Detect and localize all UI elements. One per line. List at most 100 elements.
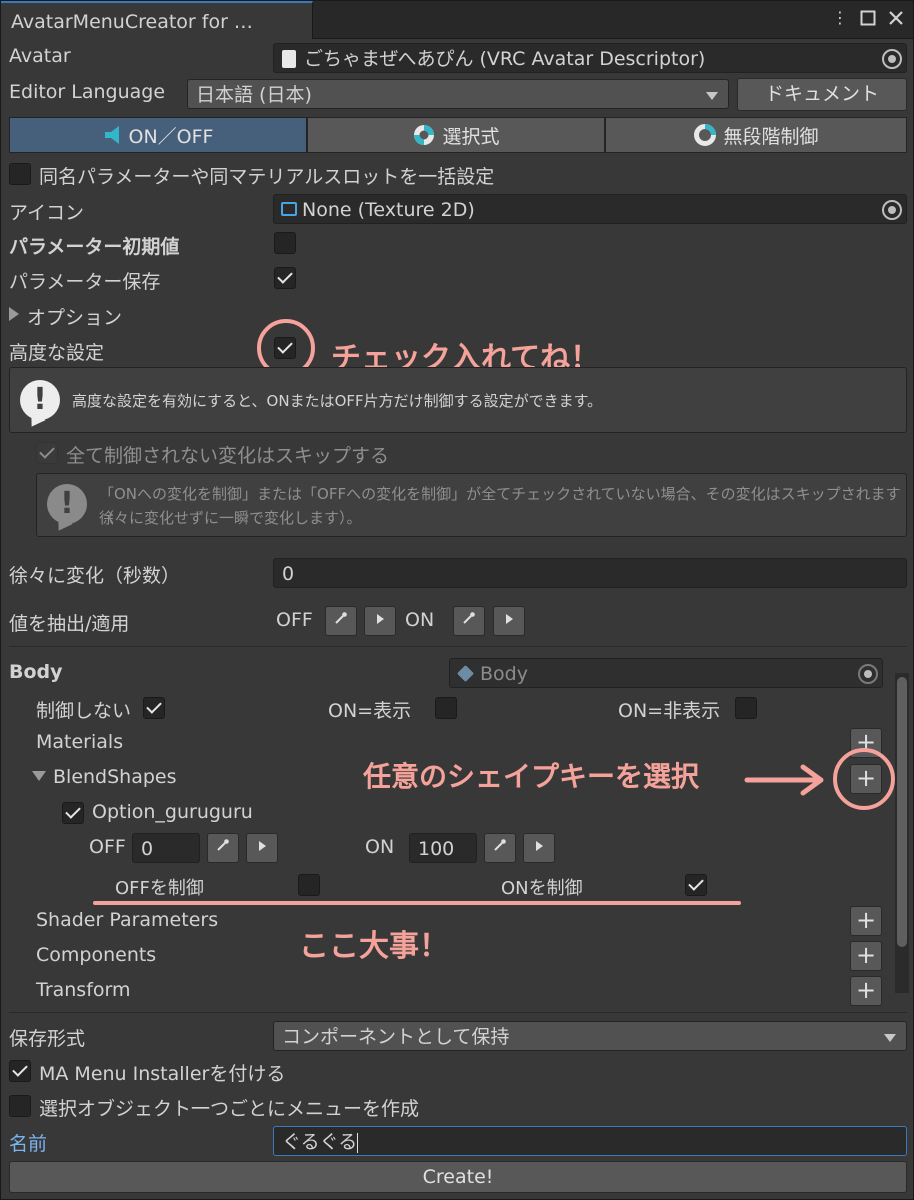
shape-on-label: ON	[365, 836, 395, 858]
eyedropper-shape-off-button[interactable]	[207, 833, 239, 863]
ring-icon	[694, 124, 717, 146]
param-save-checkbox[interactable]	[274, 267, 296, 289]
divider	[9, 1012, 907, 1013]
tab-on-off[interactable]: ON／OFF	[9, 117, 307, 153]
foldout-open-icon[interactable]	[32, 771, 46, 781]
param-default-checkbox[interactable]	[274, 232, 296, 254]
on-hide-checkbox[interactable]	[735, 697, 757, 719]
object-picker-icon[interactable]	[858, 664, 878, 684]
shape-on-input[interactable]: 100	[409, 833, 477, 863]
document-button[interactable]: ドキュメント	[737, 78, 907, 111]
save-format-value: コンポーネントとして保持	[282, 1026, 510, 1048]
eyedropper-icon	[463, 612, 475, 624]
transform-label: Transform	[36, 979, 131, 1001]
name-value: ぐるぐる	[282, 1131, 358, 1153]
tab-selection[interactable]: 選択式	[307, 117, 605, 153]
info-icon: !	[47, 484, 87, 524]
scrollbar[interactable]	[895, 673, 909, 993]
on-control-label: ONを制御	[501, 878, 583, 899]
off-control-checkbox[interactable]	[298, 874, 320, 896]
scrollbar-thumb[interactable]	[897, 677, 907, 947]
shader-params-label: Shader Parameters	[36, 909, 219, 931]
extract-off-label: OFF	[276, 609, 313, 631]
shape-name: Option_guruguru	[92, 801, 253, 823]
icon-field[interactable]: None (Texture 2D)	[273, 194, 907, 224]
param-default-label: パラメーター初期値	[9, 236, 180, 258]
no-control-checkbox[interactable]	[143, 697, 165, 719]
avatar-value: ごちゃまぜへあぴん (VRC Avatar Descriptor)	[304, 48, 706, 70]
apply-off-button[interactable]	[364, 606, 396, 636]
body-title: Body	[9, 661, 63, 683]
options-foldout[interactable]: オプション	[27, 303, 122, 330]
batch-checkbox[interactable]	[9, 163, 31, 185]
object-picker-icon[interactable]	[882, 200, 902, 220]
body-object-value: Body	[480, 663, 528, 685]
eyedropper-off-button[interactable]	[325, 606, 357, 636]
save-format-dropdown[interactable]: コンポーネントとして保持	[273, 1021, 907, 1051]
apply-shape-on-button[interactable]	[523, 833, 555, 863]
help-box-advanced: ! 高度な設定を有効にすると、ONまたはOFF片方だけ制御する設定ができます。	[9, 367, 907, 433]
gradual-input[interactable]: 0	[273, 558, 907, 588]
kebab-menu-icon[interactable]: ⋮	[831, 9, 849, 27]
ma-installer-label: MA Menu Installerを付ける	[39, 1063, 286, 1085]
annotation-select-note: 任意のシェイプキーを選択	[363, 760, 700, 793]
close-icon[interactable]	[887, 9, 905, 27]
eyedropper-shape-on-button[interactable]	[484, 833, 516, 863]
tab-stepless[interactable]: 無段階制御	[605, 117, 907, 153]
create-button[interactable]: Create!	[9, 1161, 907, 1193]
apply-on-button[interactable]	[493, 606, 525, 636]
tab-bar: AvatarMenuCreator for … ⋮	[1, 1, 913, 39]
name-label: 名前	[9, 1133, 48, 1155]
language-value: 日本語 (日本)	[196, 84, 312, 106]
shape-off-label: OFF	[89, 836, 126, 858]
shape-checkbox[interactable]	[62, 802, 84, 824]
dropdown-arrow-icon	[706, 92, 718, 100]
apply-shape-off-button[interactable]	[246, 833, 278, 863]
maximize-icon[interactable]	[859, 9, 877, 27]
icon-value: None (Texture 2D)	[302, 199, 475, 221]
eyedropper-icon	[335, 612, 347, 624]
language-dropdown[interactable]: 日本語 (日本)	[187, 79, 729, 109]
play-icon	[377, 614, 384, 624]
lifebuoy-icon	[414, 125, 435, 145]
add-transform-button[interactable]: +	[850, 976, 882, 1006]
ma-installer-checkbox[interactable]	[9, 1060, 31, 1082]
window-tab[interactable]: AvatarMenuCreator for …	[1, 1, 313, 39]
on-control-checkbox[interactable]	[685, 874, 707, 896]
language-label: Editor Language	[9, 81, 166, 103]
batch-label: 同名パラメーターや同マテリアルスロットを一括設定	[39, 166, 495, 188]
shape-off-input[interactable]: 0	[132, 833, 200, 863]
name-input[interactable]: ぐるぐる	[273, 1126, 907, 1156]
per-object-checkbox[interactable]	[9, 1095, 31, 1117]
add-component-button[interactable]: +	[850, 941, 882, 971]
help-box-skip: ! 「ONへの変化を制御」または「OFFへの変化を制御」が全てチェックされていな…	[36, 473, 907, 537]
annotation-circle	[833, 748, 895, 810]
annotation-important-note: ここ大事！	[299, 929, 449, 964]
on-hide-label: ON=非表示	[618, 700, 721, 722]
body-object-field[interactable]: Body	[449, 658, 883, 688]
extract-on-label: ON	[405, 609, 435, 631]
avatar-field[interactable]: ごちゃまぜへあぴん (VRC Avatar Descriptor)	[273, 43, 907, 73]
add-shader-param-button[interactable]: +	[850, 906, 882, 936]
icon-label: アイコン	[9, 202, 85, 224]
editor-window: AvatarMenuCreator for … ⋮ Avatar ごちゃまぜへあ…	[0, 0, 914, 1200]
foldout-arrow-icon[interactable]	[9, 307, 19, 321]
mesh-icon	[457, 665, 474, 682]
texture-icon	[281, 202, 297, 216]
skip-label: 全て制御されない変化はスキップする	[66, 445, 390, 467]
per-object-label: 選択オブジェクト一つごとにメニューを作成	[39, 1098, 420, 1120]
blendshapes-label[interactable]: BlendShapes	[53, 766, 177, 788]
eyedropper-on-button[interactable]	[453, 606, 485, 636]
tab-on-off-label: ON／OFF	[128, 125, 214, 148]
on-off-icon	[104, 126, 119, 144]
on-show-checkbox[interactable]	[435, 697, 457, 719]
gradual-label: 徐々に変化（秒数）	[9, 565, 181, 587]
tab-stepless-label: 無段階制御	[723, 125, 819, 148]
help-text-skip-2: 徐々に変化せずに一瞬で変化します）。	[99, 509, 362, 527]
skip-checkbox[interactable]	[36, 442, 58, 464]
save-format-label: 保存形式	[9, 1028, 86, 1050]
extract-label: 値を抽出/適用	[9, 613, 130, 635]
no-control-label: 制御しない	[36, 700, 132, 722]
object-picker-icon[interactable]	[882, 49, 902, 69]
eyedropper-icon	[217, 839, 229, 851]
